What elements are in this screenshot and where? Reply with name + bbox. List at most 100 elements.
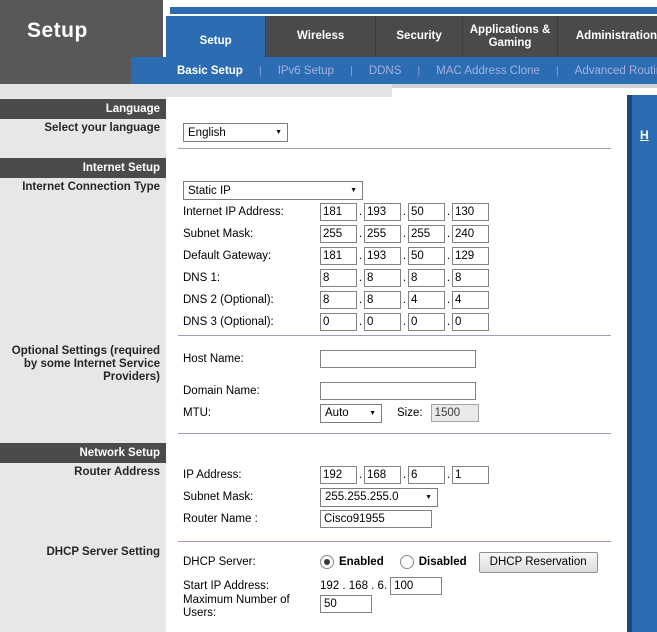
mtu-select[interactable]: Auto ▼ bbox=[320, 403, 382, 423]
connection-type-select[interactable]: Static IP ▼ bbox=[183, 181, 363, 200]
mtu-select-value: Auto bbox=[325, 407, 349, 419]
section-divider bbox=[178, 148, 611, 149]
ip-octet-input[interactable] bbox=[408, 225, 445, 243]
ip-octet-input[interactable] bbox=[452, 203, 489, 221]
tab-security[interactable]: Security bbox=[374, 16, 463, 57]
domain-name-input[interactable] bbox=[320, 382, 476, 400]
main-content: English ▼ Static IP ▼ Internet IP Addres… bbox=[169, 97, 627, 632]
ip-octet-input[interactable] bbox=[452, 313, 489, 331]
connection-type-select-value: Static IP bbox=[188, 184, 231, 197]
help-link[interactable]: H bbox=[640, 128, 649, 142]
subnav-advanced-routing[interactable]: Advanced Routing bbox=[575, 65, 657, 77]
subnav-mac-address-clone[interactable]: MAC Address Clone bbox=[436, 65, 540, 77]
ip-octet-input[interactable] bbox=[364, 313, 401, 331]
subnet-mask-select-value: 255.255.255.0 bbox=[325, 491, 399, 503]
language-select[interactable]: English ▼ bbox=[183, 123, 288, 142]
octet-separator: . bbox=[446, 272, 451, 284]
subnav-separator: | bbox=[555, 64, 559, 77]
section-header-language: Language bbox=[0, 99, 166, 119]
dhcp-disabled-label: Disabled bbox=[418, 556, 467, 568]
domain-name-row: Domain Name: bbox=[183, 381, 627, 401]
field-label: Start IP Address: bbox=[183, 579, 270, 592]
octet-separator: . bbox=[446, 228, 451, 240]
mtu-row: MTU: Auto ▼ Size: bbox=[183, 403, 627, 423]
subnet-mask-select[interactable]: 255.255.255.0 ▼ bbox=[320, 487, 438, 507]
ip-octet-input[interactable] bbox=[364, 247, 401, 265]
ip-octet-input[interactable] bbox=[408, 313, 445, 331]
field-label: IP Address: bbox=[183, 468, 242, 481]
ip-octet-input[interactable] bbox=[364, 291, 401, 309]
max-users-input[interactable] bbox=[320, 595, 372, 613]
ip-octet-input[interactable] bbox=[408, 247, 445, 265]
ip-octet-input[interactable] bbox=[320, 247, 357, 265]
octet-separator: . bbox=[402, 294, 407, 306]
ip-octet-input[interactable] bbox=[408, 203, 445, 221]
page-title: Setup bbox=[27, 19, 88, 42]
tab-applications-gaming[interactable]: Applications & Gaming bbox=[462, 16, 557, 57]
ip-octet-input[interactable] bbox=[320, 313, 357, 331]
ip-octet-input[interactable] bbox=[408, 466, 445, 484]
mtu-size-input bbox=[430, 404, 479, 422]
ip-octet-input[interactable] bbox=[364, 225, 401, 243]
ip-octet-input[interactable] bbox=[320, 225, 357, 243]
dhcp-enabled-radio[interactable] bbox=[320, 555, 334, 569]
router-name-input[interactable] bbox=[320, 510, 432, 528]
ip-octet-input[interactable] bbox=[452, 269, 489, 287]
ip-octet-input[interactable] bbox=[320, 269, 357, 287]
ip-octet-input[interactable] bbox=[320, 466, 357, 484]
tab-applications-gaming-label: Applications & Gaming bbox=[469, 23, 551, 49]
sidebar-label-connection-type: Internet Connection Type bbox=[22, 181, 160, 193]
dhcp-disabled-radio[interactable] bbox=[399, 555, 414, 569]
sidebar: Language Select your language Internet S… bbox=[0, 97, 166, 632]
ip-octet-input[interactable] bbox=[452, 225, 489, 243]
dropdown-arrow-icon: ▼ bbox=[425, 493, 432, 501]
dns3-row: DNS 3 (Optional): . . . bbox=[183, 312, 627, 332]
tab-security-label: Security bbox=[396, 30, 442, 42]
octet-separator: . bbox=[358, 294, 363, 306]
subnav-separator: | bbox=[417, 64, 421, 77]
field-label: Subnet Mask: bbox=[183, 227, 254, 240]
sidebar-label-dhcp-setting: DHCP Server Setting bbox=[46, 546, 160, 558]
ip-octet-input[interactable] bbox=[452, 466, 489, 484]
octet-separator: . bbox=[446, 250, 451, 262]
start-ip-input[interactable] bbox=[390, 577, 443, 595]
ip-octet-input[interactable] bbox=[364, 203, 401, 221]
field-label: Host Name: bbox=[183, 352, 244, 365]
tab-wireless[interactable]: Wireless bbox=[265, 16, 375, 57]
octet-separator: . bbox=[446, 206, 451, 218]
host-name-input[interactable] bbox=[320, 350, 476, 368]
dhcp-enabled-label: Enabled bbox=[339, 556, 384, 568]
dns1-row: DNS 1: . . . bbox=[183, 268, 627, 288]
octet-separator: . bbox=[358, 469, 363, 481]
tab-administration[interactable]: Administration bbox=[556, 16, 657, 57]
ip-octet-input[interactable] bbox=[452, 291, 489, 309]
octet-separator: . bbox=[402, 469, 407, 481]
octet-separator: . bbox=[358, 250, 363, 262]
ip-octet-input[interactable] bbox=[408, 269, 445, 287]
field-label: Router Name : bbox=[183, 512, 258, 525]
ip-octet-input[interactable] bbox=[408, 291, 445, 309]
tab-administration-label: Administration bbox=[575, 30, 657, 42]
header-bottom-line bbox=[392, 84, 657, 88]
ip-octet-input[interactable] bbox=[364, 269, 401, 287]
field-label: DNS 3 (Optional): bbox=[183, 315, 274, 328]
octet-separator: . bbox=[358, 206, 363, 218]
subnav-ipv6-setup[interactable]: IPv6 Setup bbox=[278, 65, 334, 77]
start-ip-prefix: 192 . 168 . 6. bbox=[320, 580, 388, 592]
octet-separator: . bbox=[402, 272, 407, 284]
dhcp-reservation-button[interactable]: DHCP Reservation bbox=[478, 551, 598, 573]
ip-octet-input[interactable] bbox=[320, 203, 357, 221]
sidebar-label-router-address: Router Address bbox=[74, 466, 160, 478]
subnav-basic-setup[interactable]: Basic Setup bbox=[177, 65, 243, 77]
subnav-ddns[interactable]: DDNS bbox=[369, 65, 402, 77]
field-label: Internet IP Address: bbox=[183, 205, 284, 218]
field-label: Subnet Mask: bbox=[183, 490, 254, 503]
section-divider bbox=[178, 433, 611, 434]
dropdown-arrow-icon: ▼ bbox=[369, 409, 376, 417]
tab-setup[interactable]: Setup bbox=[166, 16, 266, 57]
ip-octet-input[interactable] bbox=[320, 291, 357, 309]
ip-octet-input[interactable] bbox=[452, 247, 489, 265]
ip-octet-input[interactable] bbox=[364, 466, 401, 484]
octet-separator: . bbox=[446, 316, 451, 328]
sidebar-label-select-language: Select your language bbox=[44, 122, 160, 134]
